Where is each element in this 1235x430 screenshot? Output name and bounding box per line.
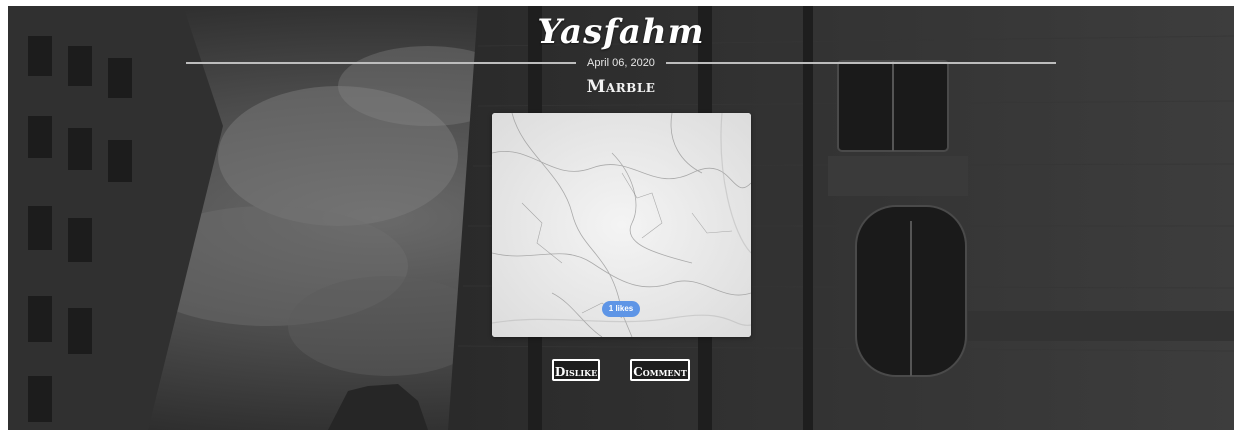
site-header: Yasfahm April 06, 2020 Marble [8,6,1234,106]
post-title: Marble [586,77,656,97]
post-image-card[interactable]: 1 likes [492,113,751,337]
divider-right [666,62,1056,64]
page-frame: Yasfahm April 06, 2020 Marble 1 likes Di… [8,6,1234,430]
likes-badge: 1 likes [602,301,640,317]
dislike-button[interactable]: Dislike [552,359,600,381]
site-logo[interactable]: Yasfahm [8,12,1234,52]
comment-button[interactable]: Comment [630,359,690,381]
